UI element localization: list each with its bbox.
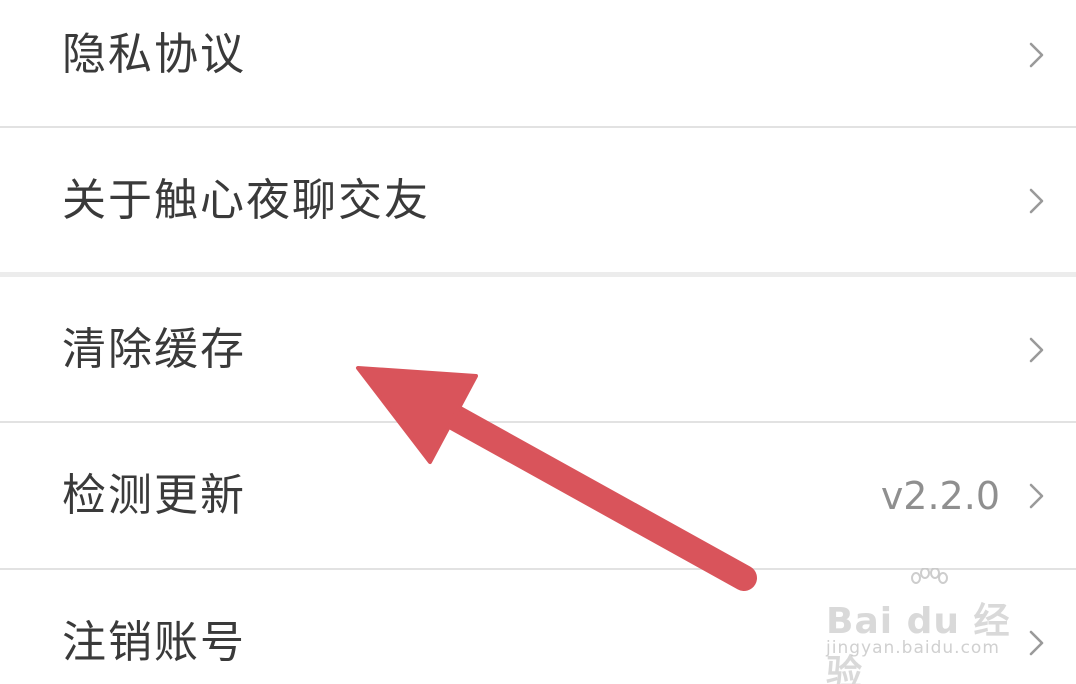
chevron-right-icon xyxy=(1029,42,1044,68)
settings-item-about[interactable]: 关于触心夜聊交友 xyxy=(0,128,1076,274)
settings-item-label: 注销账号 xyxy=(62,617,246,668)
chevron-right-icon xyxy=(1029,337,1044,363)
chevron-right-icon xyxy=(1029,188,1044,214)
settings-item-label: 清除缓存 xyxy=(62,324,246,375)
settings-page: 隐私协议 关于触心夜聊交友 清除缓存 检测更新 v2.2.0 注销账号 Bai … xyxy=(0,0,1076,684)
baidu-watermark: Bai du 经验 jingyan.baidu.com xyxy=(826,568,1026,684)
watermark-url: jingyan.baidu.com xyxy=(826,638,1000,658)
chevron-right-icon xyxy=(1029,630,1044,656)
settings-item-clear-cache[interactable]: 清除缓存 xyxy=(0,277,1076,423)
chevron-right-icon xyxy=(1029,483,1044,509)
settings-item-check-update[interactable]: 检测更新 v2.2.0 xyxy=(0,423,1076,569)
version-value: v2.2.0 xyxy=(880,474,1000,518)
settings-item-label: 隐私协议 xyxy=(62,29,246,80)
settings-item-label: 检测更新 xyxy=(62,470,246,521)
settings-item-label: 关于触心夜聊交友 xyxy=(62,175,430,226)
settings-item-privacy-policy[interactable]: 隐私协议 xyxy=(0,0,1076,128)
